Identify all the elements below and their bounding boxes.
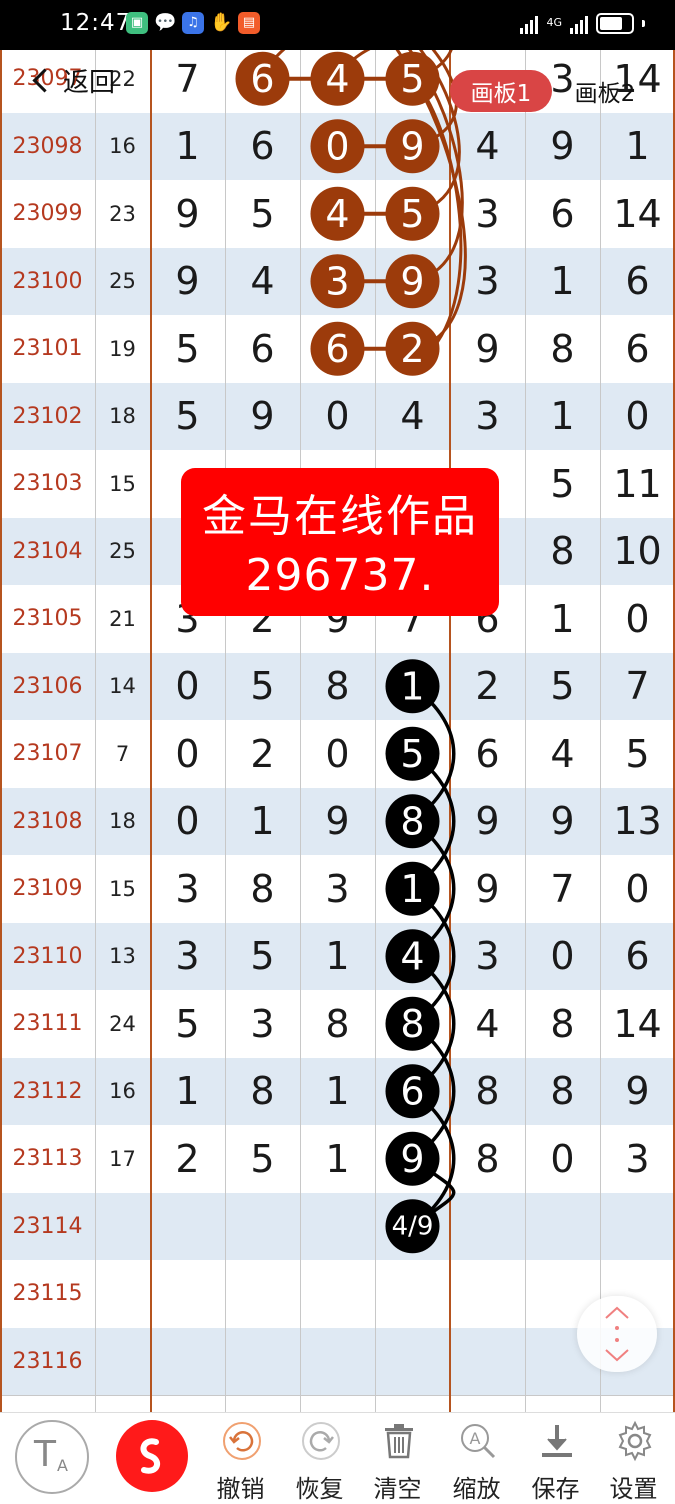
svg-text:A: A	[470, 1429, 481, 1448]
gear-icon	[618, 1420, 652, 1462]
status-time: 12:47	[60, 10, 132, 36]
battery-tip	[642, 19, 645, 27]
settings-label: 设置	[609, 1475, 658, 1503]
zoom-icon: A	[461, 1424, 496, 1459]
bottom-toolbar: 撤销 恢复 清空 A 缩放 保存 设置	[0, 1412, 675, 1503]
save-button[interactable]: 保存	[518, 1413, 593, 1503]
trash-icon	[385, 1424, 413, 1459]
hand-icon: ✋	[210, 12, 233, 34]
signal-icon	[520, 12, 539, 34]
black-ball-label: 1	[400, 664, 424, 708]
app-icon: ▣	[126, 12, 148, 34]
brown-ball-label: 4	[325, 192, 349, 236]
status-bar: 12:47 ▣ 💬 ♫ ✋ ▤ 4G	[0, 0, 675, 50]
scroll-toggle-button[interactable]	[577, 1296, 657, 1372]
watermark-banner: 金马在线作品 296737.	[181, 468, 499, 616]
back-button[interactable]: 返回	[22, 58, 132, 102]
download-icon	[542, 1425, 572, 1457]
trend-grid[interactable]: 2309722764531423098161609491230992395453…	[0, 50, 675, 1412]
zoom-button[interactable]: A 缩放	[439, 1413, 514, 1503]
save-label: 保存	[531, 1475, 580, 1503]
undo-label: 撤销	[216, 1475, 265, 1503]
watermark-id: 296737.	[245, 550, 435, 601]
black-ball-label: 4	[400, 934, 424, 978]
redo-button[interactable]: 恢复	[282, 1413, 357, 1503]
music-icon: ♫	[182, 12, 204, 34]
black-ball-label: 8	[400, 799, 424, 843]
brown-ball-label: 6	[325, 327, 349, 371]
brown-ball-label: 3	[325, 259, 349, 303]
undo-icon	[223, 1422, 261, 1460]
brown-ball-label: 0	[325, 124, 349, 168]
pen-stroke-icon	[140, 1438, 161, 1474]
app-icon: ▤	[238, 12, 260, 34]
black-ball-label: 9	[400, 1137, 424, 1181]
signal-icon	[570, 12, 588, 34]
vertical-arrows-icon	[605, 1306, 629, 1362]
status-indicators: 4G	[520, 12, 645, 34]
network-type: 4G	[546, 16, 562, 29]
tab-board-1[interactable]: 画板1	[450, 70, 552, 112]
redo-icon	[302, 1422, 340, 1460]
redo-label: 恢复	[295, 1475, 344, 1503]
black-ball-label: 6	[400, 1069, 424, 1113]
draw-tool-button[interactable]	[116, 1420, 188, 1492]
brown-ball-label: 4	[325, 57, 349, 101]
text-size-icon-sub: A	[57, 1456, 68, 1475]
chevron-left-icon	[32, 67, 57, 93]
battery-icon	[596, 12, 634, 34]
brown-ball-label: 2	[400, 327, 424, 371]
text-size-icon: T	[34, 1434, 56, 1475]
drawing-overlay[interactable]: 6 4 50 94 53 96 2158148694/9	[0, 50, 675, 1412]
clear-button[interactable]: 清空	[360, 1413, 435, 1503]
black-ball-label: 8	[400, 1002, 424, 1046]
brown-ball-label: 6	[250, 57, 274, 101]
back-label: 返回	[63, 67, 116, 98]
message-icon: 💬	[154, 12, 177, 34]
brown-ball-label: 9	[400, 124, 424, 168]
settings-button[interactable]: 设置	[596, 1413, 671, 1503]
notification-icons: ▣ 💬 ♫ ✋ ▤	[126, 12, 260, 34]
tab-board-2[interactable]: 画板2	[565, 70, 645, 112]
text-size-button[interactable]: TA	[15, 1420, 89, 1494]
watermark-title: 金马在线作品	[202, 491, 478, 542]
zoom-label: 缩放	[452, 1475, 501, 1503]
brown-ball-label: 5	[400, 192, 424, 236]
clear-label: 清空	[373, 1475, 422, 1503]
undo-button[interactable]: 撤销	[203, 1413, 278, 1503]
black-ball-label: 5	[400, 732, 424, 776]
brown-ball-label: 9	[400, 259, 424, 303]
black-ball-label: 4/9	[392, 1211, 434, 1241]
black-ball-label: 1	[400, 867, 424, 911]
brown-ball-label: 5	[400, 57, 424, 101]
